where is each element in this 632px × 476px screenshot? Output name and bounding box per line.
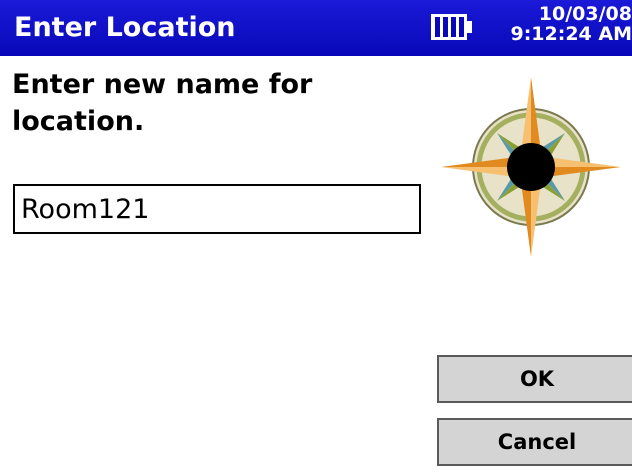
window-title: Enter Location bbox=[14, 12, 236, 43]
battery-icon bbox=[431, 14, 472, 40]
location-name-input[interactable] bbox=[13, 184, 421, 234]
title-bar: Enter Location 10/03/08 9:12:24 AM bbox=[0, 0, 632, 56]
cancel-button[interactable]: Cancel bbox=[437, 418, 632, 466]
clock-date: 10/03/08 bbox=[538, 3, 632, 25]
ok-button[interactable]: OK bbox=[437, 355, 632, 403]
clock: 10/03/08 9:12:24 AM bbox=[510, 4, 632, 44]
screen: Enter Location 10/03/08 9:12:24 AM Enter… bbox=[0, 0, 632, 476]
clock-time: 9:12:24 AM bbox=[510, 23, 632, 45]
compass-rose-icon bbox=[441, 77, 621, 257]
prompt-label: Enter new name for location. bbox=[12, 69, 313, 137]
